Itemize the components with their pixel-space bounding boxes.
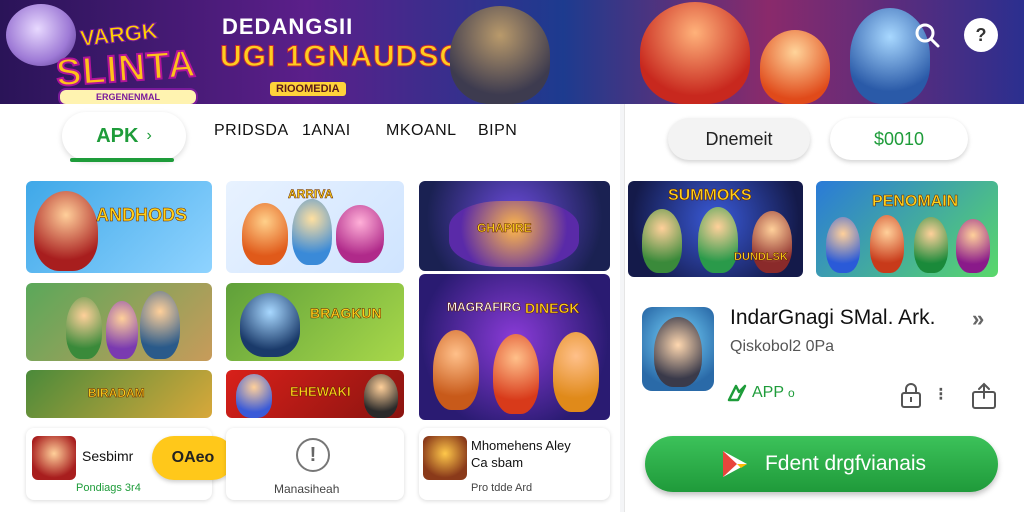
- logo-line3: ERGENENMAL: [58, 88, 198, 104]
- list-item-title2: Ca sbam: [471, 455, 524, 470]
- game-card[interactable]: [26, 283, 212, 361]
- app-subtitle: Qiskobol2 0Pa: [730, 338, 835, 355]
- nav-item-3[interactable]: MKOANL: [386, 122, 457, 140]
- banner-badge: RIOOMEDIA: [270, 82, 346, 96]
- nav-item-1[interactable]: PRIDSDA: [214, 122, 289, 140]
- game-card[interactable]: BIRADAM: [26, 370, 212, 418]
- game-card-title: ANDHODS: [96, 205, 188, 226]
- character-image: [236, 374, 272, 418]
- character-image: [553, 332, 599, 412]
- play-store-icon: [722, 451, 747, 477]
- hero-character-warrior: [760, 30, 830, 104]
- character-image: [698, 207, 738, 273]
- app-badge-sub: o: [788, 386, 795, 400]
- featured-card-title: PENOMAIN: [872, 193, 959, 211]
- game-logo: VARGK SLINTA ERGENENMAL: [54, 18, 206, 104]
- featured-card-title: SUMMOKS: [668, 187, 752, 205]
- banner-heading-large: UGI 1GNAUDSO!: [220, 40, 475, 74]
- game-card-title: ARRIVA: [288, 187, 334, 202]
- game-card[interactable]: MAGRAFIRG DINEGK: [419, 274, 610, 420]
- hero-banner: VARGK SLINTA ERGENENMAL DEDANGSII UGI 1G…: [0, 0, 1024, 104]
- search-button[interactable]: [910, 18, 944, 52]
- character-image: [956, 219, 990, 273]
- more-options-icon[interactable]: ⁝: [938, 384, 944, 405]
- game-card-title: BRAGKUN: [310, 305, 382, 322]
- help-icon: ?: [975, 24, 987, 45]
- app-icon: [642, 307, 714, 391]
- get-button[interactable]: OAeo: [152, 436, 234, 480]
- list-item-title: Mhomehens Aley: [471, 438, 571, 453]
- tab-apk-label: APK: [96, 124, 139, 147]
- app-thumbnail: [423, 436, 467, 480]
- app-badge-label: APP: [752, 384, 785, 401]
- chevron-double-right-icon[interactable]: »: [972, 306, 984, 332]
- app-title: IndarGnagi SMal. Ark.: [730, 306, 936, 329]
- character-image: [654, 317, 702, 387]
- lock-icon[interactable]: [900, 382, 922, 408]
- list-item-sub: Pro tdde Ard: [471, 482, 533, 494]
- nav-item-2[interactable]: 1ANAI: [302, 122, 351, 140]
- list-item-sub: Manasiheah: [274, 482, 340, 496]
- tab-apk[interactable]: APK ›: [62, 112, 186, 160]
- featured-card[interactable]: SUMMOKS DUNDLSK: [628, 181, 803, 277]
- game-card[interactable]: GHAPIRE: [419, 181, 610, 271]
- character-image: [914, 217, 948, 273]
- share-icon[interactable]: [970, 380, 998, 410]
- game-card-subtitle: DINEGK: [525, 300, 580, 317]
- app-thumbnail: [32, 436, 76, 480]
- character-image: [336, 205, 384, 263]
- featured-card[interactable]: PENOMAIN: [816, 181, 998, 277]
- hero-character-elf: [640, 2, 750, 104]
- download-button-label: Fdent drgfvianais: [764, 452, 927, 475]
- game-card[interactable]: ARRIVA: [226, 181, 404, 273]
- help-button[interactable]: ?: [964, 18, 998, 52]
- price-pill-button[interactable]: $0010: [830, 118, 968, 160]
- app-badge: APP o: [726, 382, 795, 404]
- game-card[interactable]: ANDHODS: [26, 181, 212, 273]
- character-image: [493, 334, 539, 414]
- character-image: [240, 293, 300, 357]
- character-image: [34, 191, 98, 271]
- character-image: [242, 203, 288, 265]
- game-card[interactable]: BRAGKUN: [226, 283, 404, 361]
- list-item-title: Sesbimr: [82, 448, 134, 464]
- character-image: [870, 215, 904, 273]
- character-image: [66, 297, 102, 359]
- character-image: [292, 199, 332, 265]
- featured-card-subtitle: DUNDLSK: [734, 251, 788, 264]
- character-image: [106, 301, 138, 359]
- chevron-right-icon: ›: [146, 127, 152, 144]
- game-card-title: BIRADAM: [88, 386, 145, 401]
- game-card[interactable]: EHEWAKI: [226, 370, 404, 418]
- alert-icon[interactable]: !: [296, 438, 330, 472]
- download-pill-button[interactable]: Dnemeit: [668, 118, 810, 160]
- character-image: [752, 211, 792, 273]
- game-card-title: EHEWAKI: [290, 384, 351, 400]
- list-item[interactable]: Mhomehens Aley Ca sbam Pro tdde Ard: [419, 428, 610, 500]
- hero-character-knight: [450, 6, 550, 104]
- game-card-title: MAGRAFIRG: [447, 300, 522, 315]
- character-image: [364, 374, 398, 418]
- active-tab-indicator: [70, 158, 174, 162]
- character-image: [140, 291, 180, 359]
- apk-badge-icon: [727, 384, 747, 402]
- list-item-sub: Pondiags 3r4: [76, 482, 141, 494]
- banner-heading-small: DEDANGSII: [222, 14, 354, 39]
- character-image: [826, 217, 860, 273]
- character-image: [642, 209, 682, 273]
- character-image: [433, 330, 479, 410]
- game-card-title: GHAPIRE: [477, 221, 532, 236]
- search-icon: [915, 23, 940, 48]
- download-button[interactable]: Fdent drgfvianais: [645, 436, 998, 492]
- nav-item-4[interactable]: BIPN: [478, 122, 517, 140]
